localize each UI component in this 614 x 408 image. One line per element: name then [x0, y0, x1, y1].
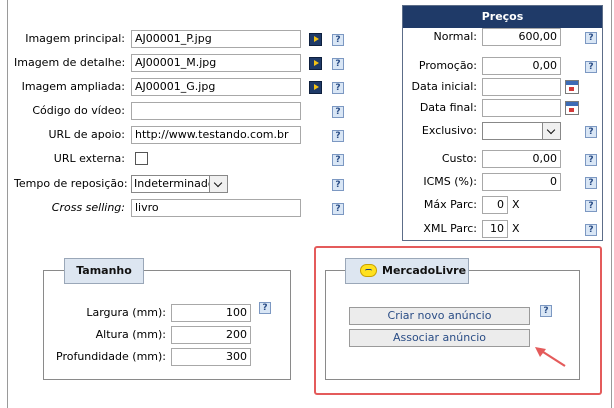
- frame-left-border: [7, 0, 8, 408]
- frame-right-border: [611, 0, 612, 408]
- promocao-help-icon[interactable]: ?: [585, 61, 597, 73]
- data-inicial-label: Data inicial:: [411, 80, 477, 93]
- xml-parc-label: XML Parc:: [423, 222, 477, 235]
- red-arrow-icon: [535, 347, 566, 367]
- codigo-video-help-icon[interactable]: ?: [332, 106, 344, 118]
- custo-help-icon[interactable]: ?: [585, 154, 597, 166]
- profundidade-label: Profundidade (mm):: [56, 350, 166, 363]
- mercadolivre-title: MercadoLivre: [382, 264, 467, 277]
- cross-selling-field[interactable]: livro: [131, 199, 301, 217]
- promocao-label: Promoção:: [418, 59, 477, 72]
- custo-label: Custo:: [441, 152, 477, 165]
- imagem-detalhe-help-icon[interactable]: ?: [332, 58, 344, 70]
- normal-price-field[interactable]: 600,00: [482, 28, 561, 46]
- tempo-reposicao-label: Tempo de reposição:: [14, 177, 128, 190]
- mercadolivre-title-tab: MercadoLivre: [345, 258, 469, 284]
- imagem-ampliada-play-icon[interactable]: [309, 81, 322, 94]
- imagem-detalhe-play-icon[interactable]: [309, 57, 322, 70]
- cross-selling-label: Cross selling:: [51, 201, 125, 214]
- normal-label: Normal:: [433, 30, 477, 43]
- exclusivo-help-icon[interactable]: ?: [585, 126, 597, 138]
- url-externa-help-icon[interactable]: ?: [332, 154, 344, 166]
- imagem-ampliada-field[interactable]: AJ00001_G.jpg: [131, 78, 301, 96]
- max-parc-field[interactable]: 0: [482, 196, 508, 214]
- criar-novo-anuncio-button[interactable]: Criar novo anúncio: [349, 307, 530, 325]
- imagem-ampliada-label: Imagem ampliada:: [21, 80, 125, 93]
- url-apoio-help-icon[interactable]: ?: [332, 130, 344, 142]
- custo-field[interactable]: 0,00: [482, 150, 561, 168]
- xml-parc-field[interactable]: 10: [482, 220, 508, 238]
- associar-anuncio-button[interactable]: Associar anúncio: [349, 329, 530, 347]
- normal-help-icon[interactable]: ?: [585, 32, 597, 44]
- max-parc-suffix: X: [512, 198, 520, 211]
- max-parc-help-icon[interactable]: ?: [585, 200, 597, 212]
- icms-field[interactable]: 0: [482, 173, 561, 191]
- chevron-down-icon[interactable]: [209, 176, 227, 192]
- chevron-down-icon[interactable]: [542, 123, 560, 139]
- altura-field[interactable]: 200: [171, 326, 251, 344]
- codigo-video-label: Código do vídeo:: [32, 104, 125, 117]
- xml-parc-suffix: X: [512, 222, 520, 235]
- max-parc-label: Máx Parc:: [423, 198, 477, 211]
- tamanho-title: Tamanho: [64, 258, 144, 284]
- url-externa-label: URL externa:: [53, 152, 125, 165]
- largura-field[interactable]: 100: [171, 304, 251, 322]
- imagem-detalhe-field[interactable]: AJ00001_M.jpg: [131, 54, 301, 72]
- xml-parc-help-icon[interactable]: ?: [585, 224, 597, 236]
- url-apoio-field[interactable]: http://www.testando.com.br: [131, 126, 301, 144]
- tempo-reposicao-help-icon[interactable]: ?: [332, 179, 344, 191]
- imagem-principal-help-icon[interactable]: ?: [332, 34, 344, 46]
- exclusivo-label: Exclusivo:: [421, 124, 477, 137]
- imagem-principal-play-icon[interactable]: [309, 33, 322, 46]
- codigo-video-field[interactable]: [131, 102, 301, 120]
- promocao-price-field[interactable]: 0,00: [482, 57, 561, 75]
- data-inicial-calendar-icon[interactable]: [565, 80, 579, 94]
- mercadolivre-help-icon[interactable]: ?: [540, 305, 552, 317]
- imagem-principal-field[interactable]: AJ00001_P.jpg: [131, 30, 301, 48]
- icms-help-icon[interactable]: ?: [585, 177, 597, 189]
- data-inicial-field[interactable]: [482, 78, 561, 96]
- exclusivo-select[interactable]: [482, 122, 561, 140]
- largura-label: Largura (mm):: [86, 306, 166, 319]
- mercadolivre-logo-icon: [360, 264, 377, 277]
- tempo-reposicao-value: Indeterminado: [134, 177, 215, 190]
- tamanho-help-icon[interactable]: ?: [259, 302, 271, 314]
- altura-label: Altura (mm):: [95, 328, 166, 341]
- imagem-principal-label: Imagem principal:: [25, 32, 125, 45]
- precos-title: Preços: [403, 6, 602, 28]
- cross-selling-help-icon[interactable]: ?: [332, 203, 344, 215]
- data-final-field[interactable]: [482, 99, 561, 117]
- icms-label: ICMS (%):: [423, 175, 477, 188]
- tempo-reposicao-select[interactable]: Indeterminado: [131, 175, 228, 193]
- imagem-ampliada-help-icon[interactable]: ?: [332, 82, 344, 94]
- profundidade-field[interactable]: 300: [171, 348, 251, 366]
- imagem-detalhe-label: Imagem de detalhe:: [14, 56, 126, 69]
- url-apoio-label: URL de apoio:: [48, 128, 125, 141]
- data-final-label: Data final:: [419, 101, 477, 114]
- data-final-calendar-icon[interactable]: [565, 101, 579, 115]
- url-externa-checkbox[interactable]: [135, 152, 148, 165]
